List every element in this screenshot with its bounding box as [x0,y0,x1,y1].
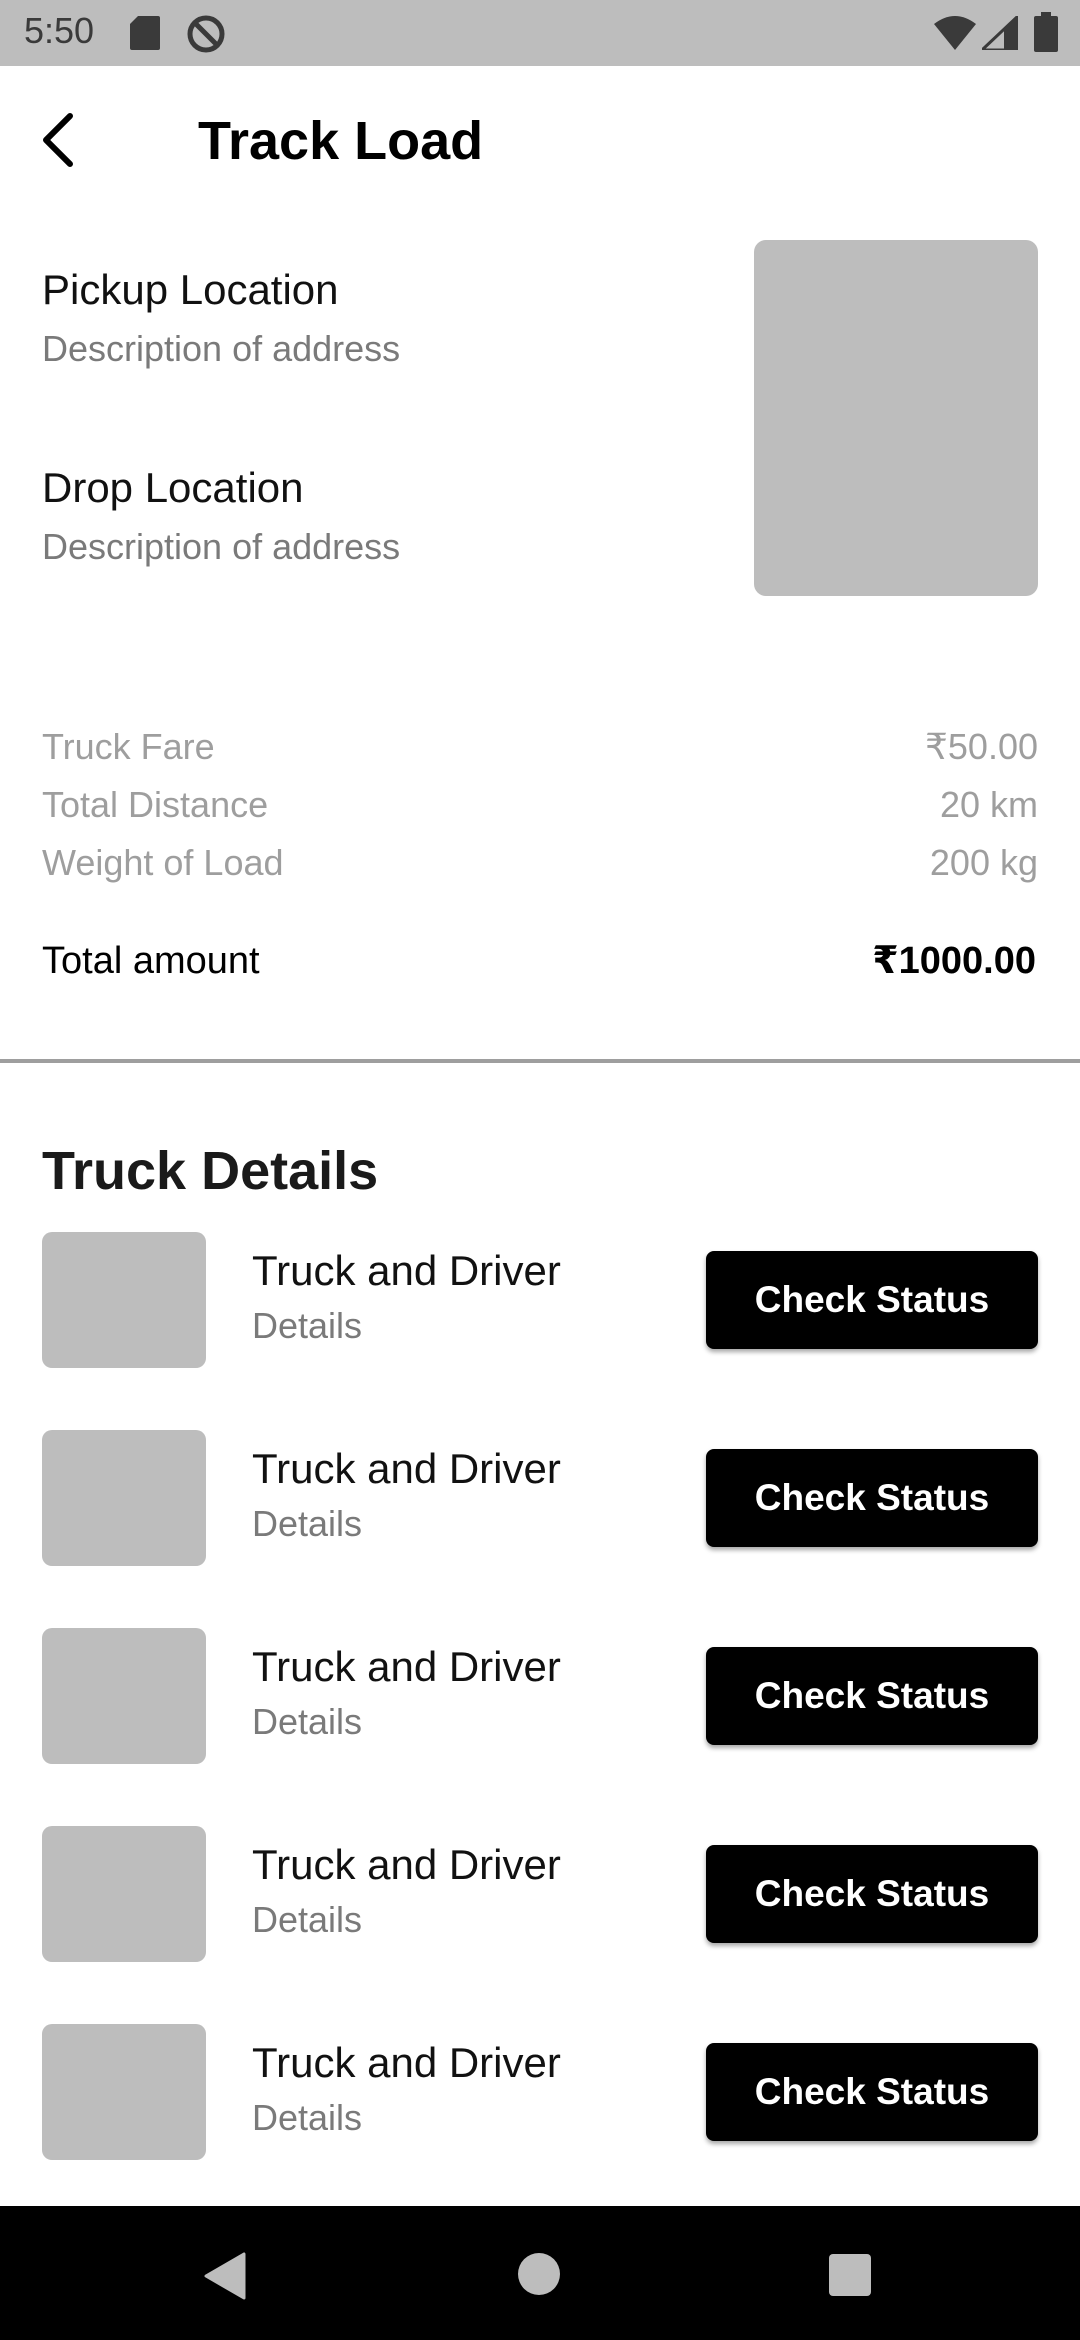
map-placeholder [754,240,1038,596]
pickup-location-title: Pickup Location [42,266,339,313]
wifi-icon [934,16,976,50]
nav-home-icon[interactable] [518,2253,560,2295]
system-nav-bar [0,2206,1080,2340]
total-amount-label: Total amount [42,940,260,982]
status-bar: 5:50 [0,0,1080,66]
truck-thumbnail [42,1826,206,1962]
truck-name: Truck and Driver [252,1841,561,1888]
fare-label: Total Distance [42,784,269,825]
do-not-disturb-icon [187,15,225,53]
truck-list-item: Truck and Driver Details Check Status [0,1232,1080,1372]
check-status-button[interactable]: Check Status [706,1647,1038,1745]
truck-thumbnail [42,1232,206,1368]
truck-name: Truck and Driver [252,1247,561,1294]
truck-details: Details [252,1701,363,1742]
battery-icon [1034,12,1058,52]
app-bar: Track Load [0,66,1080,226]
truck-name: Truck and Driver [252,1445,561,1492]
nav-back-icon[interactable] [204,2252,248,2300]
cellular-signal-icon [982,16,1018,50]
sd-card-icon [130,16,160,50]
truck-name: Truck and Driver [252,1643,561,1690]
nav-recents-icon[interactable] [829,2254,871,2296]
truck-details: Details [252,2097,363,2138]
pickup-location-description: Description of address [42,328,401,369]
drop-location-description: Description of address [42,526,401,567]
fare-label: Truck Fare [42,726,215,767]
truck-list-item: Truck and Driver Details Check Status [0,2024,1080,2164]
truck-details: Details [252,1503,363,1544]
truck-thumbnail [42,1430,206,1566]
truck-list-item: Truck and Driver Details Check Status [0,1430,1080,1570]
truck-list-item: Truck and Driver Details Check Status [0,1628,1080,1768]
check-status-button[interactable]: Check Status [706,1251,1038,1349]
total-amount-value: ₹1000.00 [872,940,1036,982]
fare-value: ₹50.00 [925,726,1038,767]
section-divider [0,1059,1080,1063]
status-time: 5:50 [24,10,95,51]
truck-thumbnail [42,2024,206,2160]
truck-details: Details [252,1305,363,1346]
fare-value: 200 kg [929,842,1038,883]
truck-details: Details [252,1899,363,1940]
check-status-button[interactable]: Check Status [706,2043,1038,2141]
fare-value: 20 km [939,784,1038,825]
fare-label: Weight of Load [42,842,284,883]
truck-list-item: Truck and Driver Details Check Status [0,1826,1080,1966]
check-status-button[interactable]: Check Status [706,1845,1038,1943]
check-status-button[interactable]: Check Status [706,1449,1038,1547]
truck-name: Truck and Driver [252,2039,561,2086]
truck-details-title: Truck Details [42,1141,379,1201]
drop-location-title: Drop Location [42,464,304,511]
arrow-back-icon[interactable] [36,110,84,170]
truck-thumbnail [42,1628,206,1764]
page-title: Track Load [198,111,484,171]
